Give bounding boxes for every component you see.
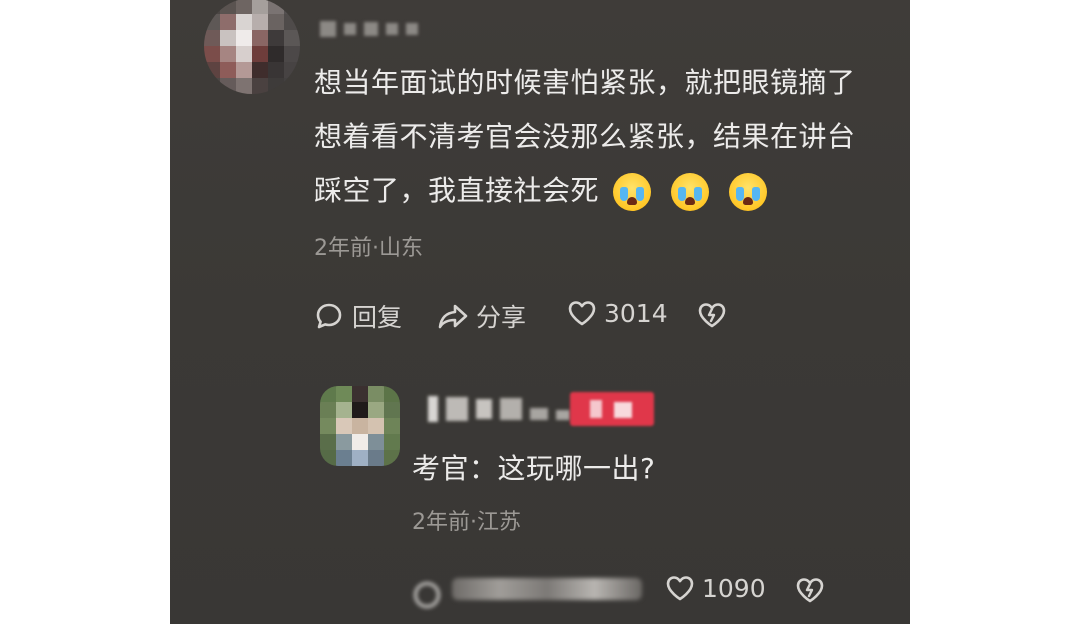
crying-emoji-icon: [671, 173, 710, 211]
comment-meta: 2年前·山东: [314, 236, 423, 261]
mosaic-cell: [252, 30, 268, 46]
dislike-button[interactable]: [696, 300, 728, 330]
mosaic-cell: [204, 0, 220, 14]
mosaic-cell: [268, 0, 284, 14]
mosaic-cell: [220, 62, 236, 78]
mosaic-cell: [252, 78, 268, 94]
mosaic-cell: [236, 62, 252, 78]
like-count: 3014: [604, 298, 668, 328]
avatar[interactable]: [320, 386, 400, 466]
mosaic-cell: [336, 402, 352, 418]
mosaic-cell: [204, 46, 220, 62]
comment-line: 想着看不清考官会没那么紧张，结果在讲台: [314, 120, 856, 153]
mosaic-cell: [236, 46, 252, 62]
mosaic-cell: [220, 30, 236, 46]
mosaic-cell: [368, 418, 384, 434]
reply-text: 考官：这玩哪一出?: [412, 452, 656, 485]
reply-button[interactable]: 回复: [314, 298, 402, 334]
mosaic-cell: [268, 30, 284, 46]
mosaic-cell: [220, 14, 236, 30]
mosaic-cell: [320, 450, 336, 466]
share-button[interactable]: 分享: [436, 298, 526, 334]
mosaic-cell: [236, 78, 252, 94]
mosaic-cell: [204, 30, 220, 46]
comment-line: 想当年面试的时候害怕紧张，就把眼镜摘了: [314, 66, 856, 99]
mosaic-cell: [384, 434, 400, 450]
mosaic-cell: [368, 434, 384, 450]
reply-meta: 2年前·江苏: [412, 510, 521, 535]
like-count: 1090: [702, 573, 766, 603]
mosaic-cell: [284, 62, 300, 78]
reply-label: 回复: [352, 303, 403, 332]
like-button[interactable]: 1090: [664, 573, 766, 603]
crying-emoji-icon: [729, 173, 768, 211]
mosaic-cell: [352, 434, 368, 450]
like-button[interactable]: 3014: [566, 298, 668, 328]
mosaic-cell: [252, 0, 268, 14]
mosaic-cell: [384, 418, 400, 434]
mosaic-cell: [284, 78, 300, 94]
mosaic-cell: [352, 418, 368, 434]
mosaic-cell: [368, 386, 384, 402]
mosaic-cell: [336, 418, 352, 434]
mosaic-cell: [252, 14, 268, 30]
share-arrow-icon: [436, 301, 470, 331]
share-label: 分享: [476, 303, 527, 332]
comment-panel: 想当年面试的时候害怕紧张，就把眼镜摘了 想着看不清考官会没那么紧张，结果在讲台 …: [170, 0, 910, 624]
mosaic-cell: [320, 418, 336, 434]
mosaic-cell: [284, 30, 300, 46]
mosaic-cell: [368, 402, 384, 418]
mosaic-cell: [284, 0, 300, 14]
mosaic-cell: [320, 402, 336, 418]
mosaic-cell: [220, 0, 236, 14]
mosaic-cell: [268, 62, 284, 78]
mosaic-cell: [320, 434, 336, 450]
mosaic-cell: [268, 46, 284, 62]
mosaic-cell: [352, 402, 368, 418]
dislike-button[interactable]: [794, 575, 826, 605]
mosaic-cell: [352, 386, 368, 402]
comment-line: 踩空了，我直接社会死: [314, 164, 856, 218]
broken-heart-icon: [794, 575, 826, 605]
mosaic-cell: [352, 450, 368, 466]
mosaic-cell: [204, 14, 220, 30]
heart-icon: [664, 573, 696, 603]
username-blurred[interactable]: [320, 18, 426, 37]
mosaic-cell: [204, 62, 220, 78]
mosaic-cell: [336, 434, 352, 450]
mosaic-cell: [384, 386, 400, 402]
username-blurred[interactable]: [428, 396, 578, 422]
avatar[interactable]: [204, 0, 300, 94]
mosaic-cell: [336, 450, 352, 466]
user-badge: [570, 392, 654, 426]
mosaic-cell: [252, 62, 268, 78]
heart-icon: [566, 298, 598, 328]
mosaic-cell: [336, 386, 352, 402]
mosaic-cell: [252, 46, 268, 62]
mosaic-cell: [384, 402, 400, 418]
mosaic-cell: [284, 46, 300, 62]
mosaic-cell: [320, 386, 336, 402]
mosaic-cell: [236, 0, 252, 14]
mosaic-cell: [236, 14, 252, 30]
broken-heart-icon: [696, 300, 728, 330]
reply-actions-obscured: [412, 572, 652, 610]
mosaic-cell: [368, 450, 384, 466]
comment-text: 想当年面试的时候害怕紧张，就把眼镜摘了 想着看不清考官会没那么紧张，结果在讲台 …: [314, 56, 856, 218]
comment-bubble-icon: [314, 301, 344, 331]
crying-emoji-icon: [613, 173, 652, 211]
mosaic-cell: [268, 78, 284, 94]
mosaic-cell: [284, 14, 300, 30]
mosaic-cell: [268, 14, 284, 30]
mosaic-cell: [204, 78, 220, 94]
mosaic-cell: [220, 78, 236, 94]
mosaic-cell: [236, 30, 252, 46]
mosaic-cell: [384, 450, 400, 466]
mosaic-cell: [220, 46, 236, 62]
